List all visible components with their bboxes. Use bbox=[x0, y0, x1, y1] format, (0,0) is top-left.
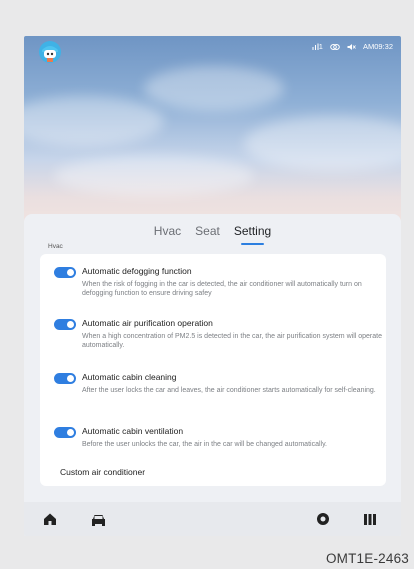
car-icon[interactable] bbox=[90, 511, 106, 527]
car-screen: 1 AM09:32 Hvac Seat Setting Hvac Automat… bbox=[24, 36, 401, 536]
setting-description: When the risk of fogging in the car is d… bbox=[82, 281, 362, 297]
volume-mute-icon bbox=[347, 43, 356, 51]
setting-title: Automatic air purification operation bbox=[82, 318, 213, 328]
defogging-toggle[interactable] bbox=[54, 267, 76, 278]
settings-panel: Hvac Seat Setting Hvac Automatic defoggi… bbox=[24, 214, 401, 536]
tab-hvac[interactable]: Hvac bbox=[154, 224, 181, 242]
media-icon[interactable] bbox=[362, 511, 378, 527]
setting-title: Automatic defogging function bbox=[82, 266, 192, 276]
settings-card: Automatic defogging function When the ri… bbox=[40, 254, 386, 486]
home-icon[interactable] bbox=[42, 511, 58, 527]
air-purification-toggle[interactable] bbox=[54, 319, 76, 330]
sky-background: 1 AM09:32 bbox=[24, 36, 401, 226]
setting-description: After the user locks the car and leaves,… bbox=[82, 387, 376, 394]
link-icon bbox=[330, 43, 340, 51]
setting-description: When a high concentration of PM2.5 is de… bbox=[82, 333, 382, 349]
signal-icon: 1 bbox=[312, 42, 323, 51]
record-icon[interactable] bbox=[315, 511, 331, 527]
custom-air-conditioner-label[interactable]: Custom air conditioner bbox=[60, 467, 145, 477]
status-bar: 1 AM09:32 bbox=[312, 42, 393, 51]
bottom-nav bbox=[24, 502, 401, 536]
section-label: Hvac bbox=[48, 243, 63, 250]
signal-text: 1 bbox=[318, 42, 323, 51]
setting-title: Automatic cabin cleaning bbox=[82, 372, 177, 382]
tab-seat[interactable]: Seat bbox=[195, 224, 220, 242]
cabin-cleaning-toggle[interactable] bbox=[54, 373, 76, 384]
tab-setting[interactable]: Setting bbox=[234, 224, 271, 245]
user-avatar[interactable] bbox=[38, 40, 62, 64]
figure-code: OMT1E-2463 bbox=[325, 551, 409, 566]
clock-text: AM09:32 bbox=[362, 42, 393, 51]
setting-description: Before the user unlocks the car, the air… bbox=[82, 441, 328, 448]
tab-bar: Hvac Seat Setting bbox=[24, 224, 401, 245]
setting-title: Automatic cabin ventilation bbox=[82, 426, 184, 436]
cabin-ventilation-toggle[interactable] bbox=[54, 427, 76, 438]
